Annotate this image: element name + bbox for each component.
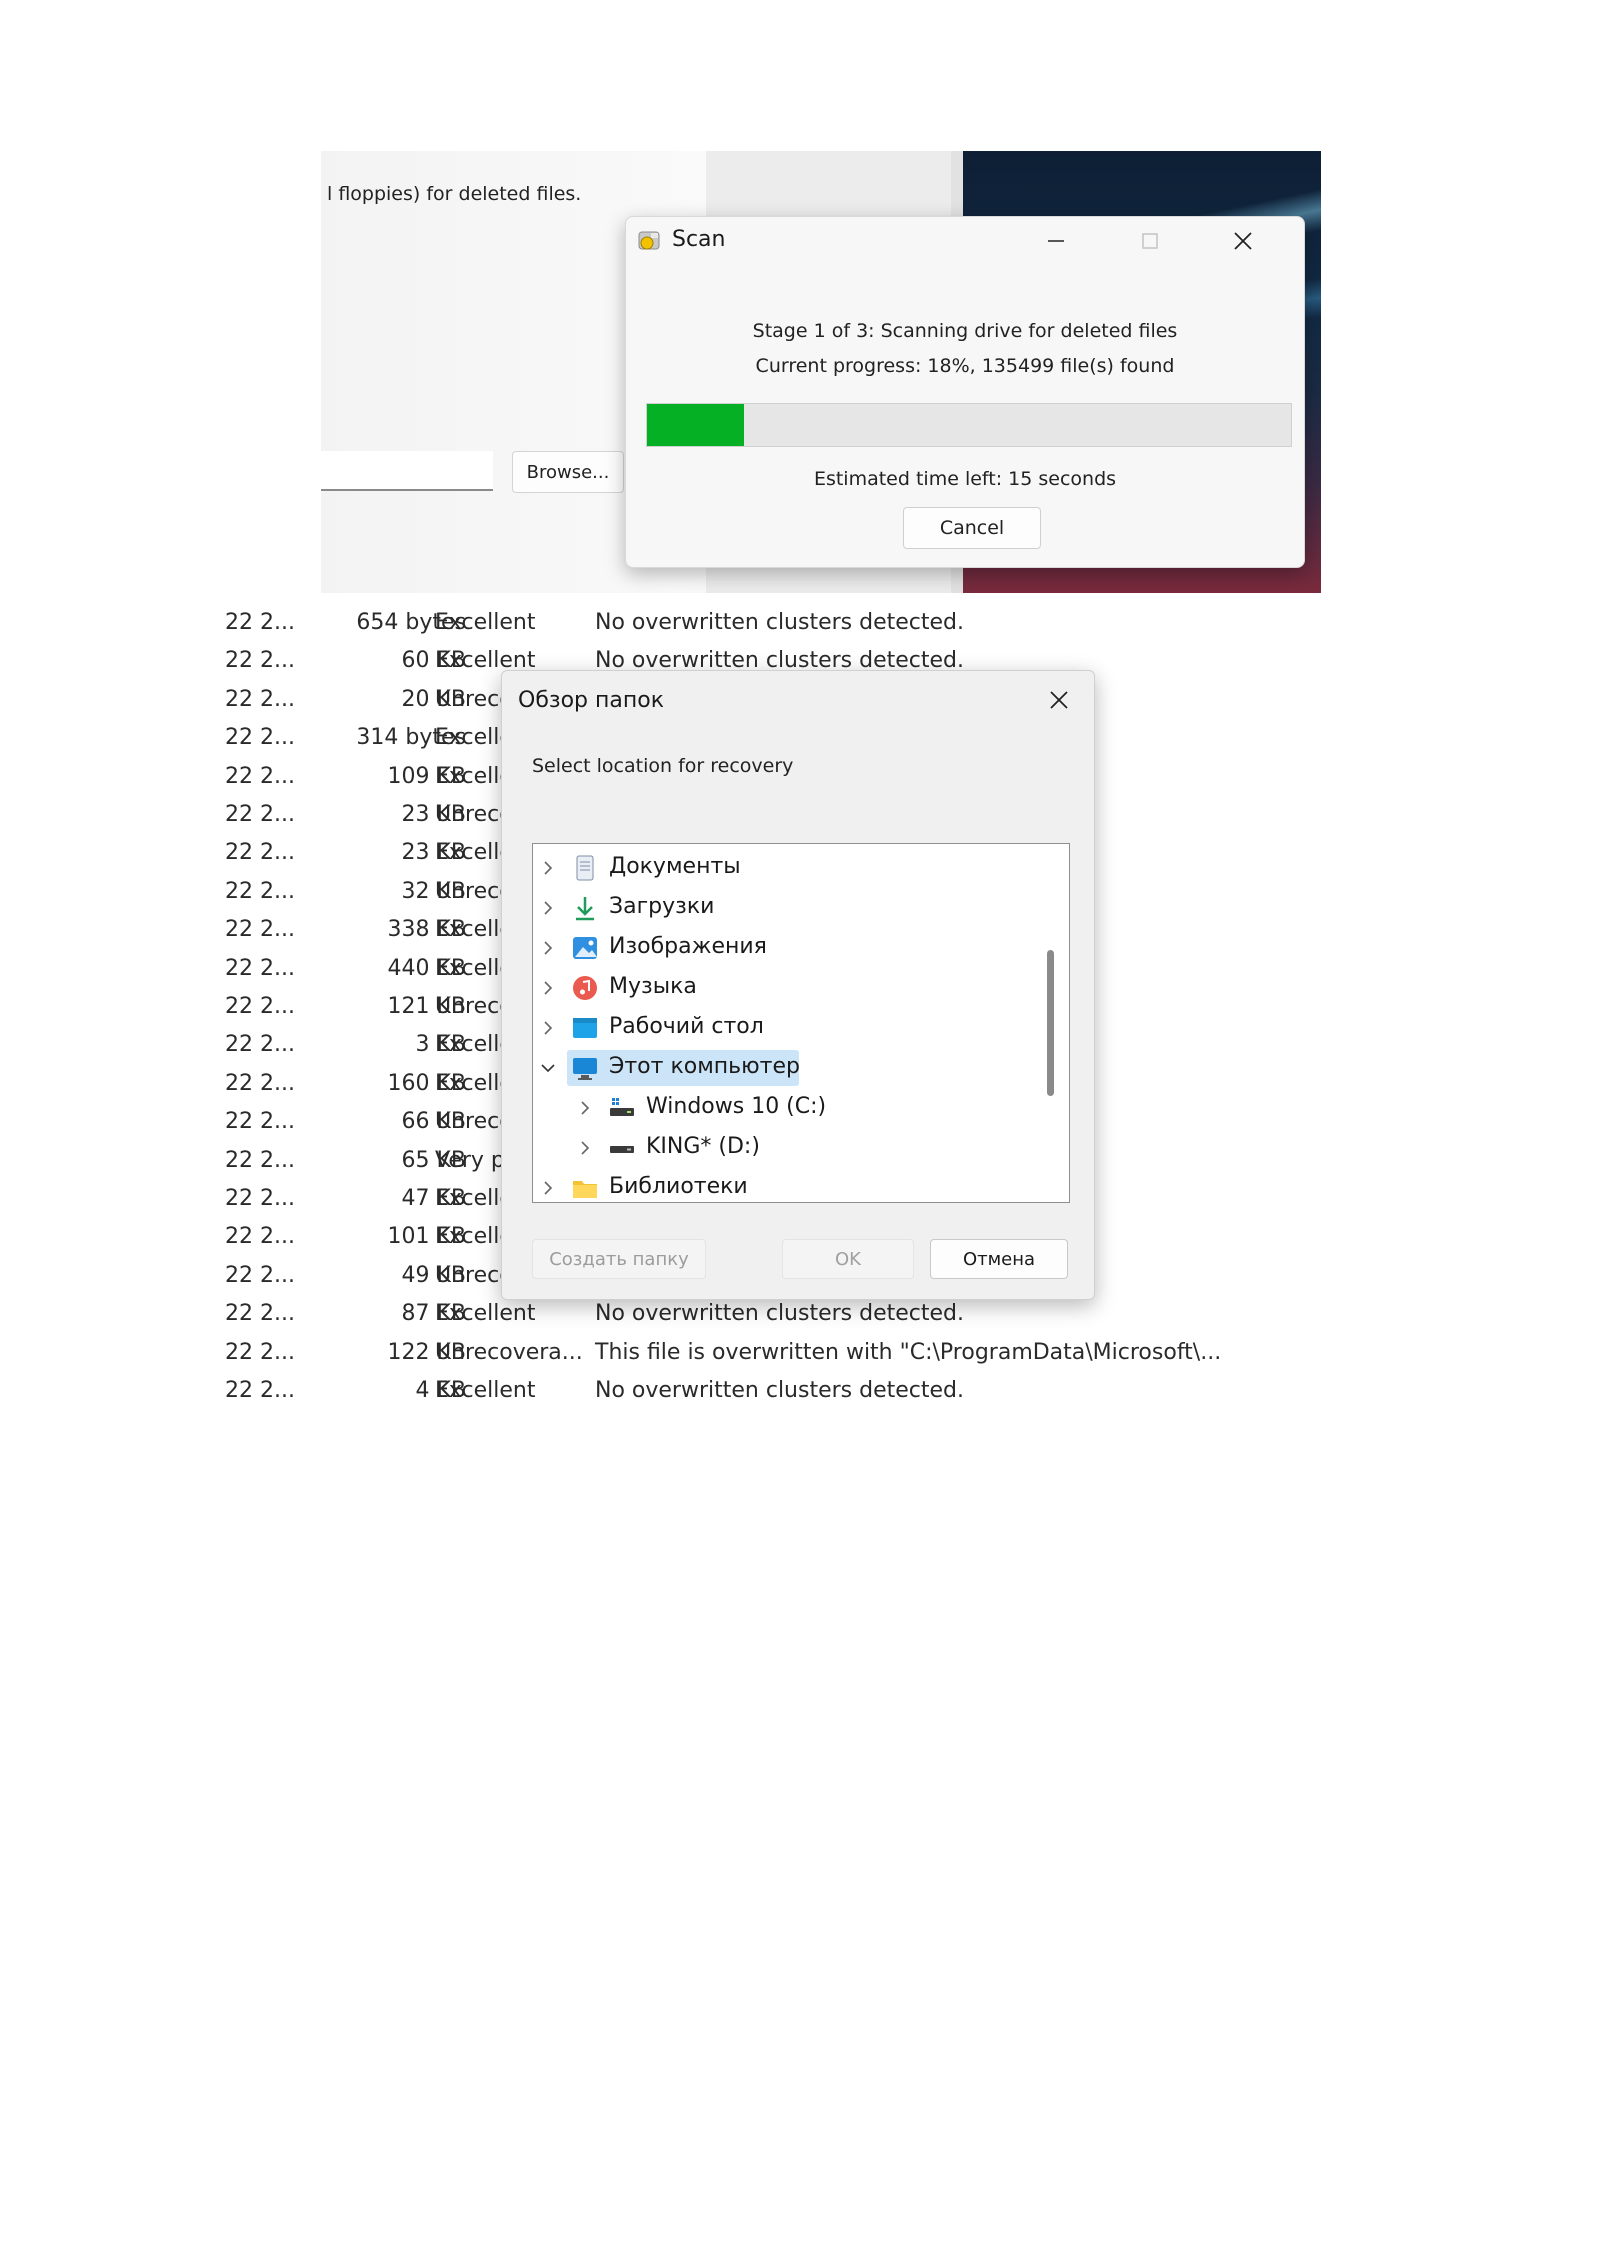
- desktop-icon: [573, 1018, 597, 1038]
- row-size: 122 KB: [387, 1339, 466, 1365]
- browse-folder-dialog: Обзор папок Select location for recovery…: [501, 670, 1095, 1300]
- scan-screenshot: l floppies) for deleted files. Browse...…: [321, 151, 1321, 593]
- path-input[interactable]: [321, 451, 493, 491]
- row-size: 87 KB: [401, 1301, 466, 1327]
- row-size: 654 bytes: [356, 610, 466, 635]
- tree-item[interactable]: KING* (D:): [533, 1130, 1013, 1166]
- row-size: 65 KB: [401, 1147, 466, 1173]
- scan-progress-bar: [646, 403, 1292, 447]
- chevron-right-icon[interactable]: [537, 897, 559, 919]
- pictures-icon: [573, 937, 597, 959]
- tree-item[interactable]: Этот компьютер: [533, 1050, 1013, 1086]
- tree-item[interactable]: Музыка: [533, 970, 1013, 1006]
- row-size: 4 KB: [415, 1378, 466, 1403]
- close-icon: [1050, 691, 1068, 709]
- music-icon: [573, 976, 597, 1000]
- system-drive-icon: [610, 1098, 634, 1116]
- cancel-button[interactable]: Отмена: [930, 1239, 1068, 1279]
- tree-item-label: Этот компьютер: [609, 1054, 800, 1079]
- chevron-right-icon[interactable]: [537, 1177, 559, 1199]
- table-row[interactable]: 22 2... 87 KB Excellent No overwritten clus…: [200, 1295, 1250, 1333]
- table-row[interactable]: 22 2... 654 bytes Excellent No overwritten …: [200, 604, 1250, 642]
- row-size: 20 KB: [401, 686, 466, 712]
- tree-item-label: Рабочий стол: [609, 1014, 764, 1039]
- chevron-right-icon[interactable]: [574, 1137, 596, 1159]
- row-comment: No overwritten clusters detected.: [595, 1378, 964, 1403]
- libraries-folder-icon: [573, 1181, 597, 1198]
- drive-description-text: l floppies) for deleted files.: [327, 183, 582, 205]
- tree-item[interactable]: Загрузки: [533, 890, 1013, 926]
- tree-item-label: Библиотеки: [609, 1174, 748, 1199]
- row-comment: No overwritten clusters detected.: [595, 1301, 964, 1327]
- browse-dialog-title: Обзор папок: [518, 688, 664, 713]
- tree-item[interactable]: Рабочий стол: [533, 1010, 1013, 1046]
- folder-tree[interactable]: Документы Загрузки Изображения Музыка Рабочи…: [532, 843, 1070, 1203]
- row-size: 66 KB: [401, 1109, 466, 1135]
- chevron-right-icon[interactable]: [537, 937, 559, 959]
- tree-item-label: Загрузки: [609, 894, 715, 919]
- tree-item-label: KING* (D:): [646, 1134, 760, 1159]
- tree-item-label: Windows 10 (C:): [646, 1094, 827, 1119]
- row-size: 23 KB: [401, 840, 466, 866]
- scan-dialog: Scan Stage 1 of 3: Scanning drive for de…: [625, 216, 1305, 568]
- drive-icon: [610, 1146, 634, 1153]
- tree-item[interactable]: Windows 10 (C:): [533, 1090, 1013, 1126]
- row-size: 440 KB: [387, 955, 466, 981]
- downloads-icon: [576, 897, 594, 921]
- scan-progress-fill: [647, 404, 744, 446]
- browse-dialog-subtitle: Select location for recovery: [532, 755, 794, 777]
- maximize-button[interactable]: [1130, 223, 1170, 259]
- row-size: 338 KB: [387, 917, 466, 943]
- row-size: 101 KB: [387, 1224, 466, 1250]
- row-size: 121 KB: [387, 994, 466, 1019]
- row-size: 109 KB: [387, 763, 466, 789]
- ok-button[interactable]: OK: [782, 1239, 914, 1279]
- close-icon: [1234, 232, 1252, 250]
- close-button[interactable]: [1223, 223, 1263, 259]
- row-size: 160 KB: [387, 1070, 466, 1096]
- tree-item[interactable]: Документы: [533, 850, 1013, 886]
- table-row[interactable]: 22 2... 4 KB Excellent No overwritten clust…: [200, 1372, 1250, 1410]
- row-size: 314 bytes: [356, 725, 466, 751]
- browse-button[interactable]: Browse...: [512, 451, 624, 493]
- documents-icon: [576, 855, 594, 881]
- row-size: 60 KB: [401, 648, 466, 674]
- row-size: 47 KB: [401, 1186, 466, 1211]
- tree-item[interactable]: Изображения: [533, 930, 1013, 966]
- chevron-right-icon[interactable]: [574, 1097, 596, 1119]
- chevron-down-icon[interactable]: [537, 1057, 559, 1079]
- scan-progress-text: Current progress: 18%, 135499 file(s) fo…: [755, 355, 1175, 377]
- row-size: 32 KB: [401, 878, 466, 904]
- chevron-right-icon[interactable]: [537, 977, 559, 999]
- row-comment: No overwritten clusters detected.: [595, 610, 964, 635]
- browse-close-button[interactable]: [1039, 682, 1079, 718]
- chevron-right-icon[interactable]: [537, 857, 559, 879]
- maximize-icon: [1142, 233, 1158, 249]
- tree-scrollbar[interactable]: [1047, 950, 1054, 1096]
- row-size: 23 KB: [401, 802, 466, 827]
- estimated-time-text: Estimated time left: 15 seconds: [813, 468, 1117, 490]
- new-folder-button[interactable]: Создать папку: [532, 1239, 706, 1279]
- row-comment: This file is overwritten with "C:\Progra…: [595, 1339, 1222, 1365]
- tree-item-label: Музыка: [609, 974, 697, 999]
- tree-item[interactable]: Библиотеки: [533, 1170, 1013, 1202]
- minimize-button[interactable]: [1036, 223, 1076, 259]
- scan-stage-text: Stage 1 of 3: Scanning drive for deleted…: [752, 320, 1178, 342]
- cancel-scan-button[interactable]: Cancel: [903, 507, 1041, 549]
- row-size: 3 KB: [415, 1032, 466, 1058]
- minimize-icon: [1048, 240, 1064, 242]
- scan-dialog-title: Scan: [672, 227, 726, 252]
- row-size: 49 KB: [401, 1262, 466, 1288]
- table-row[interactable]: 22 2... 122 KB Unrecovera... This file is o…: [200, 1334, 1250, 1372]
- tree-item-label: Документы: [609, 854, 741, 879]
- recuva-app-icon: [638, 231, 660, 250]
- chevron-right-icon[interactable]: [537, 1017, 559, 1039]
- this-pc-icon: [573, 1058, 597, 1080]
- tree-item-label: Изображения: [609, 934, 767, 959]
